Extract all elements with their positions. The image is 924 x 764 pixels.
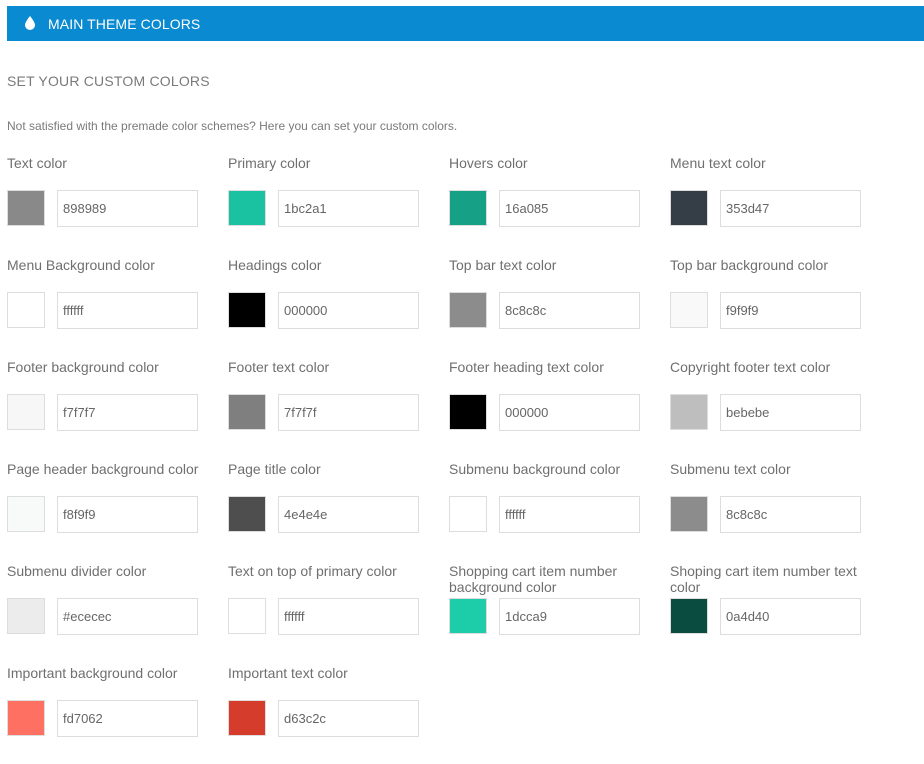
color-option: Footer heading text color	[449, 356, 670, 458]
color-swatch[interactable]	[449, 598, 487, 634]
color-option: Submenu divider color	[7, 560, 228, 662]
color-option: Menu text color	[670, 152, 891, 254]
color-hex-input[interactable]	[499, 394, 640, 431]
color-option-label: Hovers color	[449, 155, 528, 171]
color-swatch[interactable]	[7, 190, 45, 226]
color-option-label: Shopping cart item number background col…	[449, 563, 618, 595]
color-option: Submenu text color	[670, 458, 891, 560]
color-swatch[interactable]	[449, 190, 487, 226]
color-swatch[interactable]	[228, 598, 266, 634]
color-option: Top bar text color	[449, 254, 670, 356]
color-option-label: Submenu text color	[670, 461, 791, 477]
color-hex-input[interactable]	[278, 700, 419, 737]
color-hex-input[interactable]	[499, 190, 640, 227]
color-swatch[interactable]	[670, 292, 708, 328]
color-option: Page header background color	[7, 458, 228, 560]
color-hex-input[interactable]	[499, 598, 640, 635]
color-swatch[interactable]	[228, 496, 266, 532]
color-option-label: Page title color	[228, 461, 321, 477]
color-option: Footer text color	[228, 356, 449, 458]
color-hex-input[interactable]	[278, 496, 419, 533]
color-swatch[interactable]	[449, 292, 487, 328]
color-option-label: Text color	[7, 155, 67, 171]
color-swatch[interactable]	[670, 394, 708, 430]
color-option: Shoping cart item number text color	[670, 560, 891, 662]
color-hex-input[interactable]	[720, 598, 861, 635]
color-swatch[interactable]	[449, 394, 487, 430]
color-hex-input[interactable]	[278, 292, 419, 329]
color-hex-input[interactable]	[278, 394, 419, 431]
color-option: Page title color	[228, 458, 449, 560]
color-swatch[interactable]	[228, 700, 266, 736]
color-option: Copyright footer text color	[670, 356, 891, 458]
color-hex-input[interactable]	[720, 496, 861, 533]
color-swatch[interactable]	[7, 598, 45, 634]
color-option: Top bar background color	[670, 254, 891, 356]
color-option-label: Important background color	[7, 665, 178, 681]
color-swatch[interactable]	[228, 190, 266, 226]
color-hex-input[interactable]	[57, 190, 198, 227]
color-swatch[interactable]	[7, 292, 45, 328]
color-option: Shopping cart item number background col…	[449, 560, 670, 662]
color-option-label: Primary color	[228, 155, 311, 171]
color-option-label: Top bar background color	[670, 257, 828, 273]
color-options-grid: Text color Primary color Hovers color Menu …	[7, 152, 891, 764]
color-option-label: Footer heading text color	[449, 359, 604, 375]
color-option-label: Menu Background color	[7, 257, 155, 273]
color-option: Submenu background color	[449, 458, 670, 560]
color-option-label: Footer text color	[228, 359, 330, 375]
color-option-label: Headings color	[228, 257, 322, 273]
header-title: MAIN THEME COLORS	[48, 16, 201, 32]
color-option: Footer background color	[7, 356, 228, 458]
color-swatch[interactable]	[449, 496, 487, 532]
color-hex-input[interactable]	[499, 496, 640, 533]
color-hex-input[interactable]	[57, 496, 198, 533]
color-swatch[interactable]	[228, 292, 266, 328]
color-hex-input[interactable]	[57, 394, 198, 431]
section-title: SET YOUR CUSTOM COLORS	[7, 73, 210, 89]
drop-icon	[25, 16, 35, 30]
section-description: Not satisfied with the premade color sch…	[7, 119, 458, 133]
color-hex-input[interactable]	[720, 292, 861, 329]
color-hex-input[interactable]	[278, 598, 419, 635]
color-option: Menu Background color	[7, 254, 228, 356]
color-option-label: Submenu background color	[449, 461, 621, 477]
color-option-label: Copyright footer text color	[670, 359, 831, 375]
color-option: Headings color	[228, 254, 449, 356]
color-option-label: Important text color	[228, 665, 348, 681]
color-swatch[interactable]	[228, 394, 266, 430]
color-option: Text color	[7, 152, 228, 254]
color-option: Primary color	[228, 152, 449, 254]
color-option-label: Top bar text color	[449, 257, 557, 273]
color-option-label: Shoping cart item number text color	[670, 563, 857, 595]
color-option-label: Footer background color	[7, 359, 159, 375]
color-option-label: Text on top of primary color	[228, 563, 397, 579]
color-swatch[interactable]	[7, 700, 45, 736]
color-hex-input[interactable]	[278, 190, 419, 227]
color-option-label: Page header background color	[7, 461, 199, 477]
section-header-bar[interactable]: MAIN THEME COLORS	[7, 6, 924, 41]
color-swatch[interactable]	[7, 394, 45, 430]
color-option-label: Menu text color	[670, 155, 766, 171]
color-option-label: Submenu divider color	[7, 563, 147, 579]
color-swatch[interactable]	[670, 190, 708, 226]
color-swatch[interactable]	[670, 598, 708, 634]
color-option: Text on top of primary color	[228, 560, 449, 662]
color-swatch[interactable]	[7, 496, 45, 532]
color-hex-input[interactable]	[499, 292, 640, 329]
color-hex-input[interactable]	[57, 700, 198, 737]
color-option: Hovers color	[449, 152, 670, 254]
color-hex-input[interactable]	[720, 190, 861, 227]
color-hex-input[interactable]	[720, 394, 861, 431]
color-hex-input[interactable]	[57, 598, 198, 635]
color-swatch[interactable]	[670, 496, 708, 532]
color-hex-input[interactable]	[57, 292, 198, 329]
